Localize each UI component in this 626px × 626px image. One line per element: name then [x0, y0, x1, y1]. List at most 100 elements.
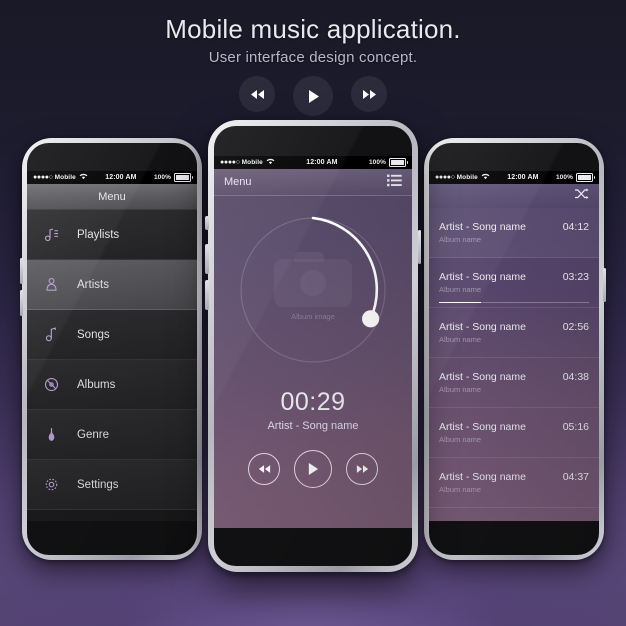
track-info: 00:29 Artist - Song name	[214, 388, 412, 432]
list-menu-icon[interactable]	[387, 174, 402, 190]
sidebar-item-settings[interactable]: Settings	[27, 460, 197, 510]
page-subtitle: User interface design concept.	[208, 49, 418, 66]
left-nav-title: Menu	[98, 190, 126, 203]
track-duration: 04:38	[562, 371, 589, 383]
volume-up-button[interactable]	[205, 244, 209, 274]
vinyl-disc-icon	[41, 377, 61, 392]
artist-person-icon	[41, 277, 61, 292]
play-button[interactable]	[294, 450, 332, 488]
page-title: Mobile music application.	[165, 14, 461, 44]
sidebar-item-label: Genre	[77, 428, 109, 441]
previous-button[interactable]	[248, 453, 280, 485]
track-row[interactable]: Artist - Song name 05:16 Album name	[429, 408, 599, 458]
track-title: Artist - Song name	[439, 421, 526, 433]
track-duration: 04:37	[562, 471, 589, 483]
center-nav-bar: Menu	[214, 169, 412, 196]
sidebar-item-label: Playlists	[77, 228, 120, 241]
poster-header: Mobile music application. User interface…	[0, 14, 626, 66]
status-bar-center: ●●●●○ Mobile 12:00 AM 100%	[214, 156, 412, 169]
status-bar-left: ●●●●○ Mobile 12:00 AM 100%	[27, 171, 197, 184]
track-progress-bar[interactable]	[439, 301, 589, 303]
sidebar-item-artists[interactable]: Artists	[27, 260, 197, 310]
elapsed-time: 00:29	[280, 388, 346, 416]
battery-icon	[174, 173, 193, 182]
sidebar-item-songs[interactable]: Songs	[27, 310, 197, 360]
track-album: Album name	[439, 385, 482, 394]
track-album: Album name	[439, 235, 482, 244]
track-row[interactable]: Artist - Song name 04:12 Album name	[429, 208, 599, 258]
track-duration: 02:56	[562, 321, 589, 333]
phone-right: ●●●●○ Mobile 12:00 AM 100% Artist - Song…	[424, 138, 606, 560]
sidebar-item-albums[interactable]: Albums	[27, 360, 197, 410]
carrier-label: Mobile	[241, 159, 263, 166]
phone-left-screen: ●●●●○ Mobile 12:00 AM 100% Menu Playlist…	[27, 171, 197, 521]
phone-left-glass: ●●●●○ Mobile 12:00 AM 100% Menu Playlist…	[27, 143, 197, 555]
track-album: Album name	[439, 435, 482, 444]
phone-center-screen: ●●●●○ Mobile 12:00 AM 100% Menu Album im…	[214, 156, 412, 528]
album-art-area: Album image	[214, 196, 412, 384]
sidebar-item-genre[interactable]: Genre	[27, 410, 197, 460]
play-icon	[308, 89, 319, 103]
power-button[interactable]	[417, 230, 421, 264]
now-playing-label: Artist - Song name	[267, 420, 359, 432]
shuffle-icon[interactable]	[574, 187, 589, 205]
signal-dots-icon: ●●●●○	[435, 174, 455, 181]
volume-button-left-2[interactable]	[20, 290, 23, 316]
signal-dots-icon: ●●●●○	[33, 174, 53, 181]
track-title: Artist - Song name	[439, 271, 526, 283]
track-album: Album name	[439, 285, 482, 294]
status-time: 12:00 AM	[306, 159, 338, 166]
track-title: Artist - Song name	[439, 371, 526, 383]
poster-forward-button[interactable]	[351, 76, 387, 112]
track-duration: 04:12	[562, 221, 589, 233]
mute-switch[interactable]	[205, 216, 209, 230]
track-row[interactable]: Artist - Song name 02:56 Album name	[429, 308, 599, 358]
track-duration: 05:16	[562, 421, 589, 433]
carrier-label: Mobile	[456, 174, 478, 181]
status-bar-right: ●●●●○ Mobile 12:00 AM 100%	[429, 171, 599, 184]
sidebar-item-label: Settings	[77, 478, 119, 491]
rewind-icon	[258, 465, 270, 473]
guitar-icon	[41, 427, 61, 442]
playlist-note-icon	[41, 227, 61, 242]
wifi-icon	[79, 173, 88, 182]
sidebar-item-label: Songs	[77, 328, 110, 341]
track-album: Album name	[439, 335, 482, 344]
poster-canvas: Mobile music application. User interface…	[0, 0, 626, 626]
poster-playback-controls	[0, 76, 626, 116]
camera-icon: Album image	[274, 252, 352, 321]
track-title: Artist - Song name	[439, 471, 526, 483]
progress-knob	[362, 310, 380, 328]
poster-play-button[interactable]	[293, 76, 333, 116]
battery-icon	[576, 173, 595, 182]
center-nav-title[interactable]: Menu	[224, 176, 252, 188]
forward-icon	[362, 89, 376, 99]
volume-down-button[interactable]	[205, 280, 209, 310]
phone-left: ●●●●○ Mobile 12:00 AM 100% Menu Playlist…	[20, 138, 202, 560]
track-title: Artist - Song name	[439, 221, 526, 233]
next-button[interactable]	[346, 453, 378, 485]
wifi-icon	[266, 158, 275, 167]
sidebar-item-playlists[interactable]: Playlists	[27, 210, 197, 260]
carrier-label: Mobile	[54, 174, 76, 181]
poster-rewind-button[interactable]	[239, 76, 275, 112]
power-button-right[interactable]	[603, 268, 606, 302]
battery-percent: 100%	[368, 159, 386, 166]
track-title: Artist - Song name	[439, 321, 526, 333]
track-row[interactable]: Artist - Song name 04:38 Album name	[429, 358, 599, 408]
track-row[interactable]: Artist - Song name 03:23 Album name	[429, 258, 599, 308]
forward-icon	[356, 465, 368, 473]
track-album: Album name	[439, 485, 482, 494]
volume-button-left[interactable]	[20, 258, 23, 284]
phone-center-glass: ●●●●○ Mobile 12:00 AM 100% Menu Album im…	[214, 126, 412, 566]
player-controls	[214, 450, 412, 488]
phone-center: ●●●●○ Mobile 12:00 AM 100% Menu Album im…	[205, 120, 421, 572]
sidebar-item-label: Artists	[77, 278, 109, 291]
play-icon	[308, 463, 319, 475]
signal-dots-icon: ●●●●○	[220, 159, 240, 166]
phone-right-screen: ●●●●○ Mobile 12:00 AM 100% Artist - Song…	[429, 171, 599, 521]
wifi-icon	[481, 173, 490, 182]
track-row[interactable]: Artist - Song name 04:37 Album name	[429, 458, 599, 508]
status-time: 12:00 AM	[507, 174, 539, 181]
track-duration: 03:23	[562, 271, 589, 283]
